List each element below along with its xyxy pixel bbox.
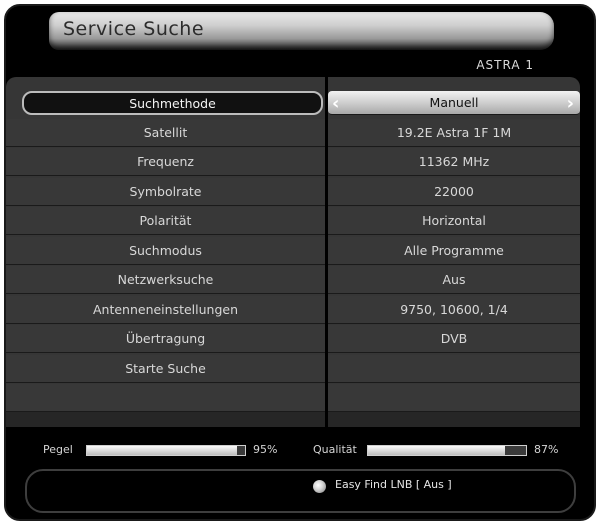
row-label[interactable]: Polarität bbox=[6, 207, 325, 235]
values-panel-footer bbox=[328, 412, 580, 427]
empty-row bbox=[6, 384, 325, 412]
pegel-meter bbox=[86, 445, 246, 456]
satellite-name: ASTRA 1 bbox=[476, 58, 534, 72]
empty-row bbox=[328, 384, 580, 412]
pegel-label: Pegel bbox=[43, 443, 73, 456]
row-value[interactable]: Aus bbox=[328, 266, 580, 294]
row-label[interactable]: Suchmethode bbox=[22, 91, 323, 115]
row-label[interactable]: Frequenz bbox=[6, 148, 325, 176]
labels-panel-footer bbox=[6, 412, 325, 427]
radio-icon[interactable] bbox=[313, 480, 326, 493]
row-value[interactable]: DVB bbox=[328, 325, 580, 353]
chevron-left-icon[interactable]: ‹ bbox=[332, 91, 339, 115]
easy-find-lnb[interactable]: Easy Find LNB [ Aus ] bbox=[335, 478, 452, 491]
row-label[interactable]: Suchmodus bbox=[6, 237, 325, 265]
info-box bbox=[25, 469, 576, 513]
row-value[interactable]: Horizontal bbox=[328, 207, 580, 235]
chevron-right-icon[interactable]: › bbox=[567, 91, 574, 115]
row-value[interactable] bbox=[328, 355, 580, 383]
qualitaet-meter bbox=[367, 445, 527, 456]
qualitaet-label: Qualität bbox=[313, 443, 357, 456]
dialog-title: Service Suche bbox=[63, 18, 205, 40]
row-label[interactable]: Antenneneinstellungen bbox=[6, 296, 325, 324]
pegel-meter-fill bbox=[87, 446, 238, 455]
row-value-text: Manuell bbox=[429, 95, 479, 110]
row-label[interactable]: Netzwerksuche bbox=[6, 266, 325, 294]
row-value[interactable]: 19.2E Astra 1F 1M bbox=[328, 119, 580, 147]
row-label[interactable]: Übertragung bbox=[6, 325, 325, 353]
row-label[interactable]: Starte Suche bbox=[6, 355, 325, 383]
row-value[interactable]: Alle Programme bbox=[328, 237, 580, 265]
qualitaet-value: 87% bbox=[534, 443, 559, 456]
row-value[interactable]: Manuell ‹ › bbox=[328, 91, 580, 115]
row-label[interactable]: Satellit bbox=[6, 119, 325, 147]
row-value[interactable]: 11362 MHz bbox=[328, 148, 580, 176]
pegel-value: 95% bbox=[253, 443, 278, 456]
row-value[interactable]: 9750, 10600, 1/4 bbox=[328, 296, 580, 324]
row-label[interactable]: Symbolrate bbox=[6, 178, 325, 206]
qualitaet-meter-fill bbox=[368, 446, 506, 455]
row-value[interactable]: 22000 bbox=[328, 178, 580, 206]
